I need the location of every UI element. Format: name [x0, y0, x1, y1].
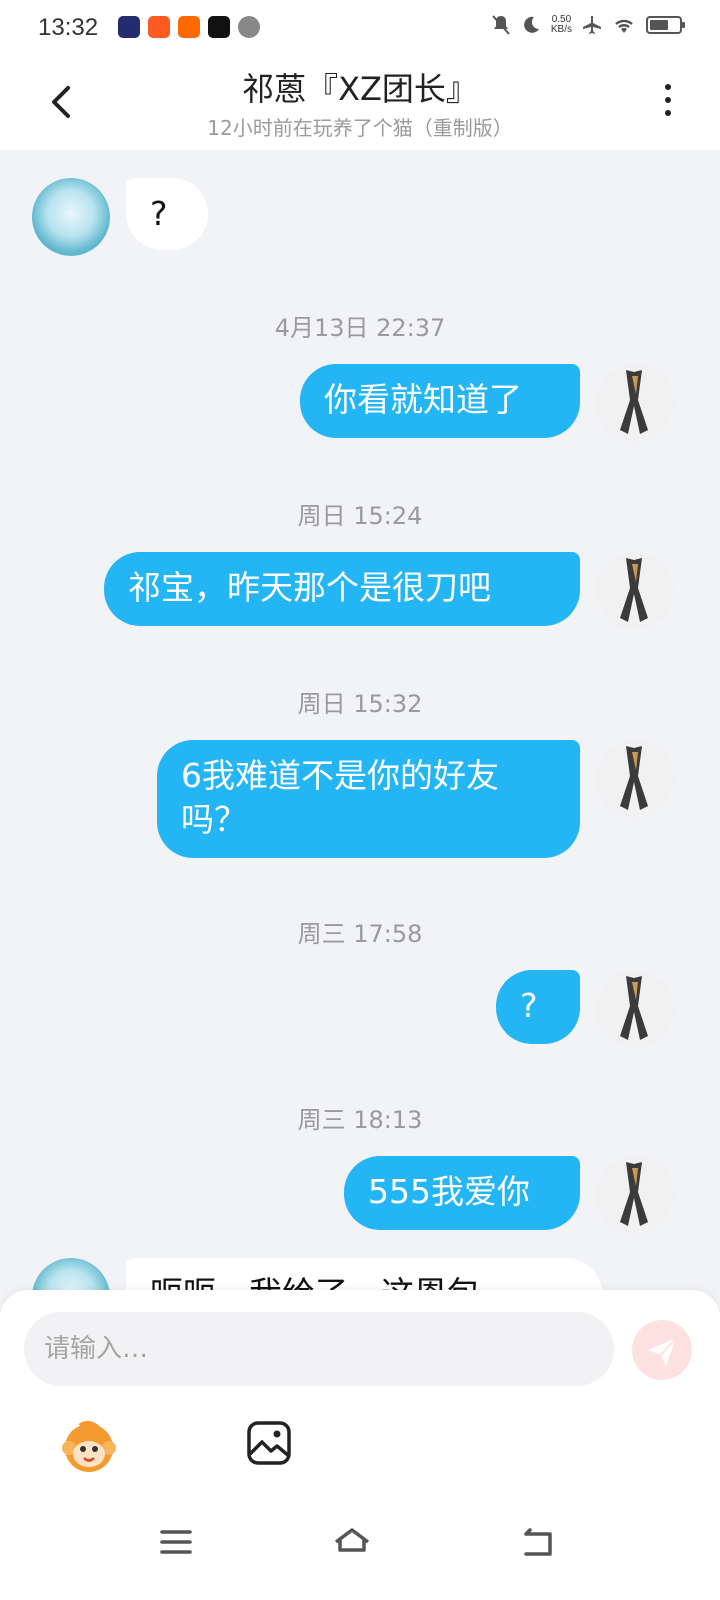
friend-avatar[interactable] [32, 178, 110, 256]
network-speed-unit: KB/s [550, 24, 572, 35]
message-bubble-incoming[interactable]: ? [126, 178, 208, 250]
more-vertical-icon [665, 84, 671, 90]
my-avatar[interactable] [596, 552, 674, 630]
more-options-button[interactable] [660, 84, 676, 124]
image-icon [247, 1421, 291, 1465]
video-app-icon [118, 16, 140, 38]
battery-icon [646, 16, 685, 34]
message-line: 6我难道不是你的好友 [181, 756, 499, 795]
emoji-monkey-icon [62, 1420, 116, 1472]
avatar-figure-image [620, 370, 648, 434]
message-line: 吗？ [181, 800, 247, 839]
send-button[interactable] [632, 1320, 692, 1380]
emoji-button[interactable] [60, 1418, 118, 1476]
chat-header: 祁蒽『XZ团长』 12小时前在玩养了个猫（重制版） [0, 56, 720, 150]
friend-avatar[interactable] [32, 1258, 110, 1290]
wifi-icon [615, 19, 633, 33]
nav-home-button[interactable] [332, 1522, 372, 1562]
message-bubble-outgoing[interactable]: 祁宝，昨天那个是很刀吧 [104, 552, 580, 626]
send-icon [648, 1337, 677, 1366]
status-time: 13:32 [38, 14, 99, 41]
message-bubble-outgoing[interactable]: 555我爱你 [344, 1156, 580, 1230]
my-avatar[interactable] [596, 1156, 674, 1234]
message-timestamp: 周日 15:24 [297, 502, 423, 530]
menu-icon [160, 1530, 192, 1554]
status-bar: 13:32 0.50 KB/s [0, 0, 720, 56]
message-list[interactable]: ? 4月13日 22:37 你看就知道了 周日 15:24 祁宝，昨天那个是很刀… [0, 150, 720, 1290]
avatar-figure-image [620, 976, 648, 1040]
my-avatar[interactable] [596, 970, 674, 1048]
notification-icons [118, 16, 260, 38]
system-nav-bar [0, 1500, 720, 1600]
avatar-figure-image [620, 558, 648, 622]
avatar-figure-image [620, 1162, 648, 1226]
moon-icon [524, 16, 539, 33]
nav-back-icon [524, 1528, 552, 1556]
message-bubble-incoming[interactable]: 呃呃，我给了，这恩包 [126, 1258, 602, 1290]
my-avatar[interactable] [596, 364, 674, 442]
mute-icon [492, 15, 510, 35]
nav-back-button[interactable] [518, 1522, 558, 1562]
live-app-icon [208, 16, 230, 38]
cat-app-icon [238, 16, 260, 38]
airplane-icon [583, 16, 601, 34]
contact-name: 祁蒽『XZ团长』 [242, 70, 478, 108]
message-bubble-outgoing[interactable]: 你看就知道了 [300, 364, 580, 438]
system-indicators: 0.50 KB/s [491, 14, 685, 36]
home-icon [334, 1528, 370, 1552]
my-avatar[interactable] [596, 740, 674, 818]
message-timestamp: 4月13日 22:37 [274, 314, 446, 342]
kuaishou-app-icon [178, 16, 200, 38]
message-input[interactable]: 请输入… [24, 1312, 614, 1386]
message-timestamp: 周三 17:58 [297, 920, 423, 948]
message-bubble-outgoing[interactable]: ? [496, 970, 580, 1044]
image-button[interactable] [246, 1420, 292, 1466]
shopping-app-icon [148, 16, 170, 38]
network-speed: 0.50 KB/s [551, 15, 572, 35]
message-bubble-outgoing[interactable]: 6我难道不是你的好友 吗？ [157, 740, 580, 858]
message-timestamp: 周日 15:32 [297, 690, 423, 718]
avatar-figure-image [620, 746, 648, 810]
nav-menu-button[interactable] [156, 1522, 196, 1562]
message-timestamp: 周三 18:13 [297, 1106, 423, 1134]
contact-status: 12小时前在玩养了个猫（重制版） [207, 116, 513, 140]
